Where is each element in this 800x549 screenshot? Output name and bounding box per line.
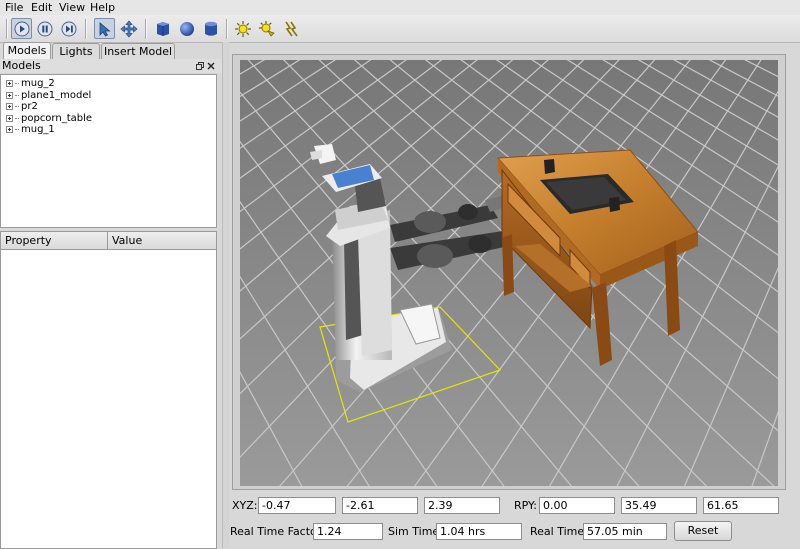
pos-y-field[interactable]: -2.61 [342,497,418,514]
menu-view[interactable]: View [59,1,85,14]
step-button[interactable] [58,18,79,39]
menu-file[interactable]: File [5,1,23,14]
point-light-button[interactable] [232,18,253,39]
tree-item-plane1-model[interactable]: plane1_model [1,90,216,102]
play-icon [14,21,29,36]
3d-viewport[interactable] [240,60,778,486]
toolbar-separator [145,19,146,39]
directional-light-icon [284,21,298,36]
play-button[interactable] [11,18,32,39]
toolbar [0,15,800,43]
menu-help[interactable]: Help [90,1,115,14]
scene-render [240,60,778,486]
left-tab-bar: Models Lights Insert Model [0,42,222,59]
yaw-field[interactable]: 61.65 [703,497,779,514]
translate-icon [119,19,138,38]
expand-icon[interactable] [6,80,13,88]
close-panel-icon[interactable] [207,62,215,70]
real-time-factor-field: 1.24 [313,523,383,540]
step-icon [61,21,76,36]
models-panel-header: Models [0,59,222,73]
directional-light-button[interactable] [280,18,301,39]
toolbar-separator [6,19,7,39]
pos-z-field[interactable]: 2.39 [424,497,500,514]
tab-insert-model[interactable]: Insert Model [101,43,175,59]
xyz-label: XYZ: [232,499,258,512]
insert-box-button[interactable] [152,18,173,39]
pause-icon [37,21,52,36]
property-table-header: Property Value [1,232,216,250]
toolbar-separator [226,19,227,39]
tree-item-popcorn-table[interactable]: popcorn_table [1,113,216,125]
expand-icon[interactable] [6,91,13,99]
menu-edit[interactable]: Edit [31,1,52,14]
pos-x-field[interactable]: -0.47 [258,497,336,514]
tree-item-mug-2[interactable]: mug_2 [1,78,216,90]
models-tree: mug_2 plane1_model pr2 popcorn_table mug… [0,74,217,228]
float-panel-icon[interactable] [196,62,204,70]
real-time-label: Real Time: [530,525,588,538]
point-light-icon [234,20,251,37]
insert-sphere-button[interactable] [176,18,197,39]
translate-mode-button[interactable] [118,18,139,39]
menu-bar: File Edit View Help [0,0,800,15]
spot-light-icon [258,20,275,37]
property-table: Property Value [0,231,217,549]
expand-icon[interactable] [6,126,13,134]
real-time-field: 57.05 min [583,523,667,540]
reset-button[interactable]: Reset [674,521,732,541]
sim-time-field: 1.04 hrs [436,523,522,540]
panel-splitter[interactable] [222,42,229,548]
expand-icon[interactable] [6,103,13,111]
real-time-factor-label: Real Time Factor: [230,525,325,538]
tab-models[interactable]: Models [3,42,51,59]
spot-light-button[interactable] [256,18,277,39]
tree-item-mug-1[interactable]: mug_1 [1,124,216,136]
pause-button[interactable] [34,18,55,39]
expand-icon[interactable] [6,114,13,122]
cylinder-icon [204,21,217,36]
roll-field[interactable]: 0.00 [539,497,615,514]
select-arrow-icon [99,21,111,37]
tab-lights[interactable]: Lights [52,43,100,59]
sim-time-label: Sim Time: [388,525,443,538]
tree-item-pr2[interactable]: pr2 [1,101,216,113]
column-property[interactable]: Property [1,232,108,249]
insert-cylinder-button[interactable] [200,18,221,39]
sphere-icon [179,21,194,36]
column-value[interactable]: Value [108,232,214,249]
rpy-label: RPY: [514,499,537,512]
toolbar-separator [85,19,86,39]
pitch-field[interactable]: 35.49 [621,497,697,514]
select-mode-button[interactable] [94,18,115,39]
box-icon [156,21,169,36]
models-panel-title: Models [2,59,41,72]
